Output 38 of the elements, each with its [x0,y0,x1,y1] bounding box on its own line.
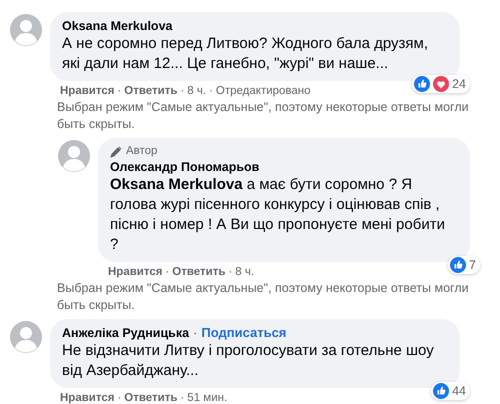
reaction-count[interactable]: 7 [448,256,480,274]
thumbs-up-icon [450,257,466,273]
comment-text: А не соромно перед Литвою? Жодного бала друзям, які дали нам 12... Це ганебно, "журі" ви наше... [62,34,429,74]
action-link[interactable]: Ответить [124,84,178,98]
action-link[interactable]: Нравится [60,391,114,404]
avatar[interactable] [58,140,90,172]
action-link[interactable]: Нравится [60,84,114,98]
comment-meta: Отредактировано [216,84,311,98]
separator: · [117,391,122,404]
separator: · [228,265,232,279]
notice-text: Выбран режим "Самые актуальные", поэтому некоторые ответы могли быть скрыты. [56,280,470,314]
comment-meta: 51 мин. [187,391,228,404]
commenter-name[interactable]: Олександр Пономарьов [110,159,260,175]
separator: · [165,265,170,279]
author-label: Автор [126,144,158,159]
separator: · [209,84,213,98]
separator: · [180,391,184,404]
comment-meta: 8 ч. [187,84,206,98]
separator: · [180,84,184,98]
pencil-icon [110,146,122,158]
avatar[interactable] [10,321,42,353]
follow-link[interactable]: Подписаться [201,325,286,341]
commenter-name[interactable]: Oksana Merkulova [62,18,172,34]
reaction-count[interactable]: 24 [412,75,470,93]
notice-text: Выбран режим "Самые актуальные", поэтому некоторые ответы могли быть скрыты. [56,99,470,133]
avatar[interactable] [10,14,42,46]
action-link[interactable]: Ответить [172,265,226,279]
action-link[interactable]: Ответить [124,391,178,404]
commenter-name[interactable]: Анжеліка Рудницька [62,325,190,341]
comment-text: Не відзначити Литву і проголосувати за готельне шоу від Азербайджану... [62,341,435,381]
comment-meta: 8 ч. [235,265,254,279]
thumbs-up-icon [414,76,430,92]
comment-text: Oksana Merkulova а має бути соромно ? Я голова журі пісенного конкурсу і оцінював спів , пісню і номер ! А Ви що пропонуєте мені робити ? [110,175,446,255]
action-link[interactable]: Нравится [108,265,162,279]
reaction-count[interactable]: 44 [431,382,470,400]
separator: · [117,84,122,98]
separator: · [193,325,198,341]
thumbs-up-icon [433,383,450,399]
